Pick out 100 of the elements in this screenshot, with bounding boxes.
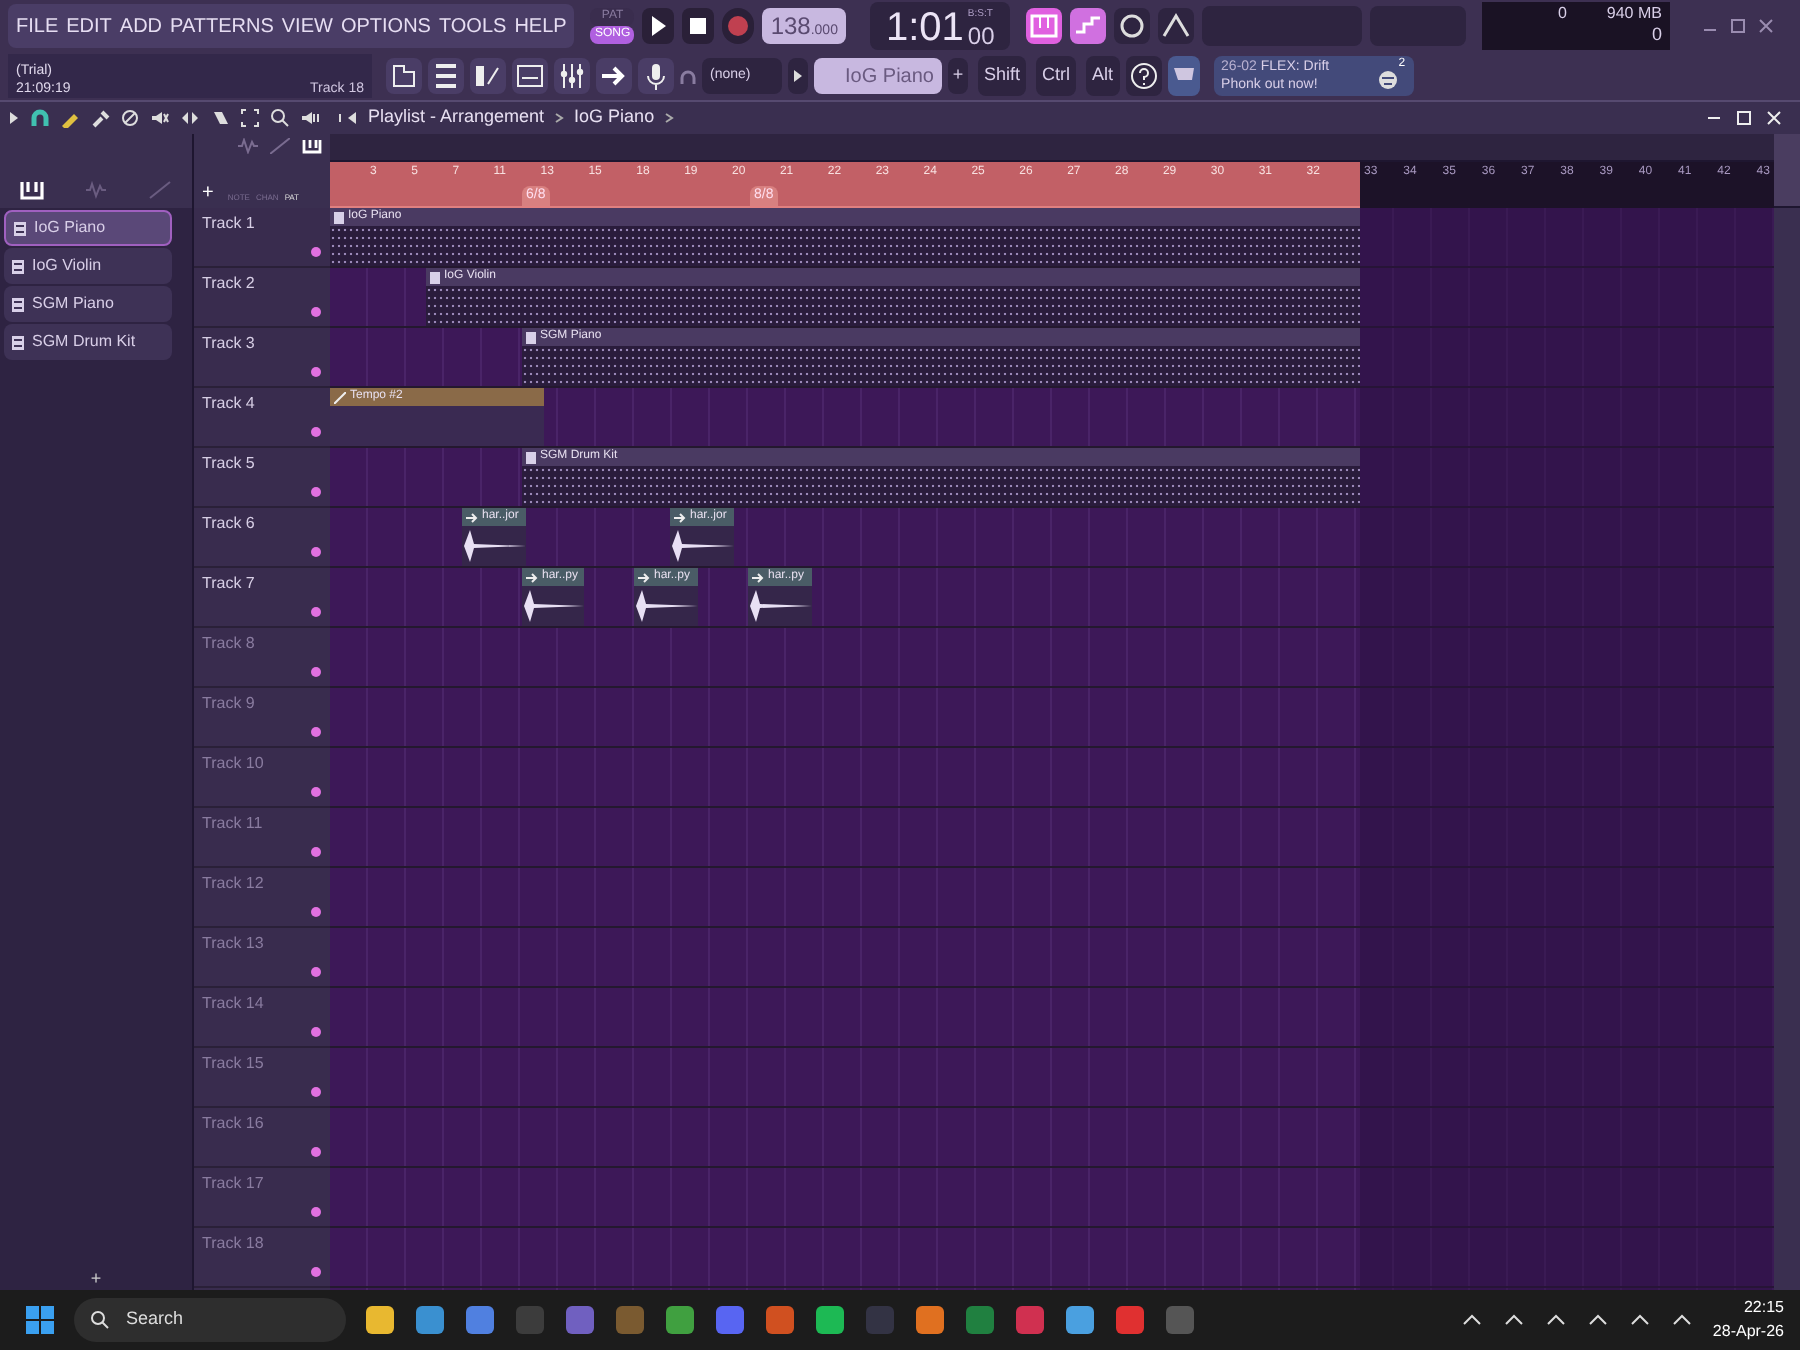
track-name[interactable]: Track 7 bbox=[202, 568, 255, 626]
caret-icon[interactable] bbox=[8, 110, 20, 126]
track-dot-icon[interactable] bbox=[310, 1206, 322, 1218]
track-dot-icon[interactable] bbox=[310, 786, 322, 798]
piano-roll-icon[interactable] bbox=[470, 58, 506, 94]
track-name[interactable]: Track 6 bbox=[202, 508, 255, 566]
modifier-key[interactable]: Shift bbox=[978, 56, 1027, 96]
speaker-icon[interactable] bbox=[338, 108, 358, 128]
cart-icon[interactable] bbox=[1167, 56, 1200, 96]
pattern-item[interactable]: IoG Violin bbox=[4, 248, 172, 284]
globe-icon[interactable] bbox=[1377, 70, 1398, 90]
track-dot-icon[interactable] bbox=[310, 966, 322, 978]
menu-item[interactable]: EDIT bbox=[66, 11, 112, 41]
track-dot-icon[interactable] bbox=[310, 666, 322, 678]
track-dot-icon[interactable] bbox=[310, 306, 322, 318]
track-dot-icon[interactable] bbox=[310, 366, 322, 378]
pattern-icon bbox=[526, 451, 536, 463]
waveform-drawing bbox=[670, 526, 734, 566]
select-icon[interactable] bbox=[240, 108, 260, 128]
audio-clip-icon bbox=[466, 511, 478, 523]
slip-icon[interactable] bbox=[180, 108, 200, 128]
menu-item[interactable]: HELP bbox=[514, 11, 567, 41]
search-field[interactable]: Search bbox=[74, 1298, 346, 1342]
pattern-item[interactable]: SGM Piano bbox=[4, 286, 172, 322]
pattern-icon bbox=[14, 221, 26, 235]
help-icon[interactable] bbox=[1125, 56, 1162, 96]
track-dot-icon[interactable] bbox=[310, 846, 322, 858]
track-name[interactable]: Track 4 bbox=[202, 388, 255, 446]
pattern-icon bbox=[334, 211, 344, 223]
zoom-icon[interactable] bbox=[270, 108, 290, 128]
track-dot-icon[interactable] bbox=[310, 726, 322, 738]
modifier-key[interactable]: Ctrl bbox=[1036, 56, 1077, 96]
windows-logo-icon[interactable] bbox=[24, 1304, 56, 1336]
track-dot-icon[interactable] bbox=[310, 1146, 322, 1158]
breadcrumb-item[interactable]: IoG Piano bbox=[574, 104, 655, 132]
track-name[interactable]: Track 2 bbox=[202, 268, 255, 326]
magnet-icon[interactable] bbox=[30, 108, 50, 128]
audio-clip-icon bbox=[526, 571, 538, 583]
headphones-icon bbox=[680, 68, 696, 84]
waveform-drawing bbox=[522, 586, 584, 626]
menu-item[interactable]: OPTIONS bbox=[340, 11, 431, 41]
modifier-key[interactable]: Alt bbox=[1086, 56, 1120, 96]
track-dot-icon[interactable] bbox=[310, 1086, 322, 1098]
chevron-icon bbox=[664, 110, 675, 126]
track-name[interactable]: Track 5 bbox=[202, 448, 255, 506]
pattern-icon bbox=[12, 297, 24, 311]
step-sequence-icon[interactable] bbox=[1069, 8, 1106, 44]
piano-icon[interactable] bbox=[302, 138, 322, 154]
pattern-icon bbox=[12, 335, 24, 349]
track-dot-icon[interactable] bbox=[310, 906, 322, 918]
channel-rack-icon[interactable] bbox=[428, 58, 464, 94]
scrollbar[interactable] bbox=[1774, 208, 1800, 1290]
play-icon[interactable] bbox=[642, 8, 675, 44]
track-dot-icon[interactable] bbox=[310, 1026, 322, 1038]
brush-icon[interactable] bbox=[90, 108, 110, 128]
memory-value: 940 MB bbox=[1606, 2, 1662, 24]
track-name[interactable]: Track 1 bbox=[202, 208, 255, 266]
pattern-icon bbox=[12, 259, 24, 273]
menu-item[interactable]: ADD bbox=[119, 11, 163, 41]
automation-icon bbox=[334, 391, 346, 403]
waveform-drawing bbox=[634, 586, 698, 626]
pattern-item[interactable]: IoG Piano bbox=[4, 210, 172, 246]
clock-time[interactable]: 22:15 bbox=[1743, 1296, 1784, 1320]
speaker-mute-icon[interactable] bbox=[150, 108, 170, 128]
add-pattern-button[interactable]: + bbox=[0, 1266, 192, 1290]
track-name[interactable]: Track 3 bbox=[202, 328, 255, 386]
chevron-icon bbox=[554, 110, 565, 126]
slice-icon[interactable] bbox=[210, 108, 230, 128]
caret-icon[interactable] bbox=[788, 58, 808, 94]
time-ticks: 00 bbox=[967, 22, 995, 50]
add-track-button[interactable]: + bbox=[202, 184, 214, 204]
playback-icon[interactable] bbox=[300, 108, 320, 128]
loop-icon[interactable] bbox=[1113, 8, 1150, 44]
playlist-icon[interactable] bbox=[512, 58, 548, 94]
menu-item[interactable]: FILE bbox=[16, 11, 59, 41]
mixer-icon[interactable] bbox=[554, 58, 590, 94]
menu-item[interactable]: TOOLS bbox=[438, 11, 507, 41]
piano-roll-icon[interactable] bbox=[1025, 8, 1062, 44]
track-dot-icon[interactable] bbox=[310, 486, 322, 498]
track-dot-icon[interactable] bbox=[310, 606, 322, 618]
breadcrumb-item[interactable]: Playlist - Arrangement bbox=[368, 104, 545, 132]
track-dot-icon[interactable] bbox=[310, 426, 322, 438]
metronome-icon[interactable] bbox=[1157, 8, 1194, 44]
pattern-item[interactable]: SGM Drum Kit bbox=[4, 324, 172, 360]
pencil-icon[interactable] bbox=[60, 108, 80, 128]
track-dot-icon[interactable] bbox=[310, 1266, 322, 1278]
track-dot-icon[interactable] bbox=[310, 546, 322, 558]
add-pattern-button[interactable]: + bbox=[948, 58, 968, 94]
clock-date[interactable]: 28-Apr-26 bbox=[1712, 1320, 1784, 1344]
search-placeholder: Search bbox=[126, 1306, 184, 1333]
track-dot-icon[interactable] bbox=[310, 246, 322, 258]
stop-icon[interactable] bbox=[682, 8, 715, 44]
mute-icon[interactable] bbox=[120, 108, 140, 128]
menu-item[interactable]: VIEW bbox=[281, 11, 333, 41]
search-icon bbox=[90, 1310, 110, 1330]
cpu-value: 0 bbox=[1557, 2, 1567, 24]
waveform-icon[interactable] bbox=[238, 138, 258, 154]
menu-item[interactable]: PATTERNS bbox=[170, 11, 274, 41]
automation-icon[interactable] bbox=[270, 138, 290, 154]
piano-icon[interactable] bbox=[20, 180, 44, 200]
